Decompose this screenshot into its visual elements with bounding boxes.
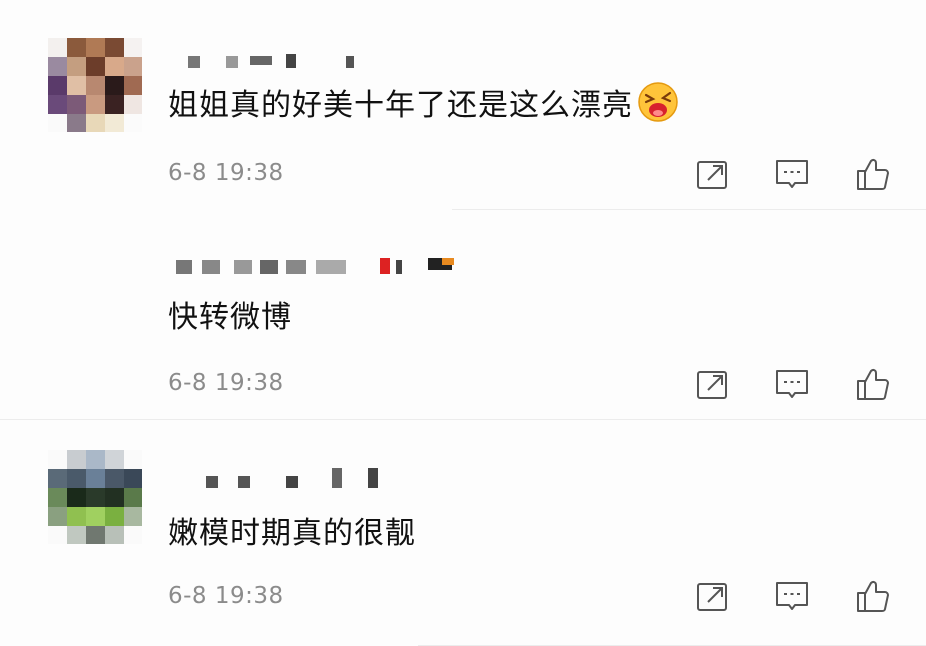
- like-button[interactable]: [852, 364, 892, 404]
- share-icon: [697, 161, 727, 189]
- share-button[interactable]: [692, 154, 732, 194]
- comment-icon: [776, 160, 808, 188]
- comment-text: 姐姐真的好美十年了还是这么漂亮: [168, 80, 679, 124]
- avatar[interactable]: [48, 38, 142, 132]
- comment-actions: [692, 576, 892, 616]
- comment-item: 姐姐真的好美十年了还是这么漂亮 6-8 19:38: [0, 0, 926, 210]
- comment-item: 快转微博 6-8 19:38: [0, 210, 926, 420]
- comment-text: 嫩模时期真的很靓: [168, 516, 416, 551]
- comment-item: 嫩模时期真的很靓 6-8 19:38: [0, 420, 926, 646]
- comment-list: 姐姐真的好美十年了还是这么漂亮 6-8 19:38 快转微博 6-8 19:38…: [0, 0, 926, 646]
- comment-button[interactable]: [772, 154, 812, 194]
- thumbs-up-icon: [857, 580, 889, 612]
- share-icon: [697, 583, 727, 611]
- like-button[interactable]: [852, 576, 892, 616]
- comment-button[interactable]: [772, 364, 812, 404]
- comment-button[interactable]: [772, 576, 812, 616]
- comment-content: 姐姐真的好美十年了还是这么漂亮: [168, 88, 633, 123]
- comment-time: 6-8 19:38: [168, 160, 284, 186]
- avatar[interactable]: [48, 450, 142, 544]
- laughing-face-icon: [638, 82, 678, 122]
- thumbs-up-icon: [857, 158, 889, 190]
- comment-actions: [692, 364, 892, 404]
- share-button[interactable]: [692, 576, 732, 616]
- thumbs-up-icon: [857, 368, 889, 400]
- share-button[interactable]: [692, 364, 732, 404]
- comment-text: 快转微博: [168, 300, 292, 335]
- comment-actions: [692, 154, 892, 194]
- share-icon: [697, 371, 727, 399]
- comment-icon: [776, 582, 808, 610]
- comment-icon: [776, 370, 808, 398]
- comment-time: 6-8 19:38: [168, 583, 284, 609]
- like-button[interactable]: [852, 154, 892, 194]
- comment-time: 6-8 19:38: [168, 370, 284, 396]
